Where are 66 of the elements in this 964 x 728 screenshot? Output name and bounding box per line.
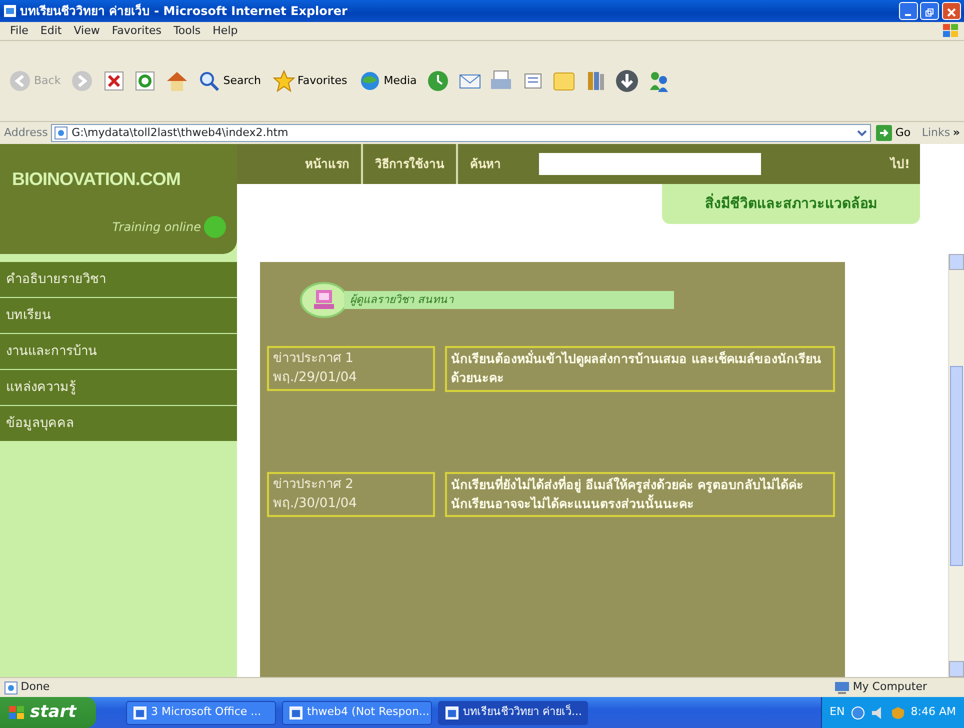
search-field[interactable] (539, 153, 761, 176)
globe-icon (358, 70, 381, 92)
chevron-icon[interactable]: » (952, 125, 960, 142)
nav-link[interactable]: หน้าแรก (293, 144, 363, 184)
sidebar-item[interactable]: คำอธิบายรายวิชา (0, 262, 237, 298)
tagline: Training online (112, 219, 201, 236)
windows-logo-icon (942, 22, 960, 39)
nav-link[interactable]: วิธีการใช้งาน (363, 144, 458, 184)
windows-flag-icon (8, 704, 26, 721)
zone-text: My Computer (852, 679, 927, 696)
page-icon (4, 680, 18, 695)
address-field[interactable]: G:\mydata\toll2last\thweb4\index2.htm (50, 124, 871, 142)
page-icon (3, 4, 17, 18)
window-icon (289, 706, 303, 720)
announcement-text: นักเรียนที่ยังไม่ได้ส่งที่อยู่ อีเมล์ให้ครูส่งด้วยค่ะ ครูตอบกลับไม่ได้ค่ะ นักเรียนอาจจะไม่ได้คะแนนตรงส่วนนั้นนะคะ (445, 472, 835, 518)
logo-text: BIOINOVATION.COM (12, 168, 182, 192)
nav-link[interactable]: ค้นหา (458, 144, 513, 184)
toolbar-button[interactable]: Media (356, 68, 420, 94)
window-icon (445, 706, 459, 720)
toolbar-button[interactable]: Search (195, 68, 264, 94)
menu-item[interactable]: Edit (34, 22, 68, 40)
menu-item[interactable]: Favorites (106, 22, 168, 40)
scroll-up-button[interactable] (949, 254, 964, 270)
window-title: บทเรียนชีววิทยา ค่ายเว็บ - Microsoft Internet Explorer (20, 2, 348, 20)
announcement-title: ข่าวประกาศ 1 (273, 350, 354, 368)
restore-icon (925, 8, 934, 18)
close-icon (947, 8, 956, 18)
announcement-title: ข่าวประกาศ 2 (273, 476, 354, 494)
minimize-button[interactable] (898, 2, 918, 20)
address-label: Address (4, 125, 48, 142)
subject-heading: สิ่งมีชีวิตและสภาวะแวดล้อม (662, 184, 920, 224)
window-icon (133, 706, 147, 720)
panel-title: ผู้ดูแลรายวิชา สนทนา (344, 291, 674, 310)
clock: 8:46 AM (910, 704, 956, 720)
taskbar-button[interactable]: บทเรียนชีววิทยา ค่ายเว็... (438, 700, 588, 725)
sidebar-item[interactable]: บทเรียน (0, 298, 237, 334)
menu-item[interactable]: Help (206, 22, 244, 40)
network-icon[interactable] (850, 706, 865, 720)
download-icon[interactable] (614, 68, 640, 94)
language-indicator[interactable]: EN (830, 704, 845, 721)
scroll-thumb[interactable] (950, 366, 963, 566)
announcement-text: นักเรียนต้องหมั่นเข้าไปดูผลส่งการบ้านเสมอ และเช็คเมล์ของนักเรียน ด้วยนะคะ (445, 346, 835, 392)
sidebar-item[interactable]: งานและการบ้าน (0, 334, 237, 370)
announcement-date: พฤ./29/01/04 (273, 368, 358, 387)
search-button[interactable]: ไป! (880, 155, 920, 174)
start-button[interactable]: start (0, 697, 96, 728)
go-button[interactable]: Go (873, 123, 914, 144)
circle-icon (203, 215, 227, 240)
taskbar-button[interactable]: thweb4 (Not Respon... (282, 700, 432, 725)
page-icon (54, 126, 68, 140)
sidebar-item[interactable]: แหล่งความรู้ (0, 370, 237, 406)
announcement-date: พฤ./30/01/04 (273, 494, 358, 513)
close-button[interactable] (942, 2, 961, 20)
computer-icon (834, 680, 850, 695)
star-icon (272, 70, 295, 92)
scrollbar[interactable] (948, 254, 964, 678)
toolbar-button[interactable]: Favorites (270, 68, 350, 94)
menu-item[interactable]: Tools (168, 22, 207, 40)
taskbar-button[interactable]: 3 Microsoft Office ... (126, 700, 276, 725)
status-text: Done (20, 679, 51, 696)
links-label[interactable]: Links (922, 125, 950, 142)
sidebar-item[interactable]: ข้อมูลบุคคล (0, 406, 237, 442)
menu-item[interactable]: View (68, 22, 106, 40)
maximize-button[interactable] (920, 2, 940, 20)
menu-item[interactable]: File (4, 22, 34, 40)
search-icon (198, 70, 220, 92)
